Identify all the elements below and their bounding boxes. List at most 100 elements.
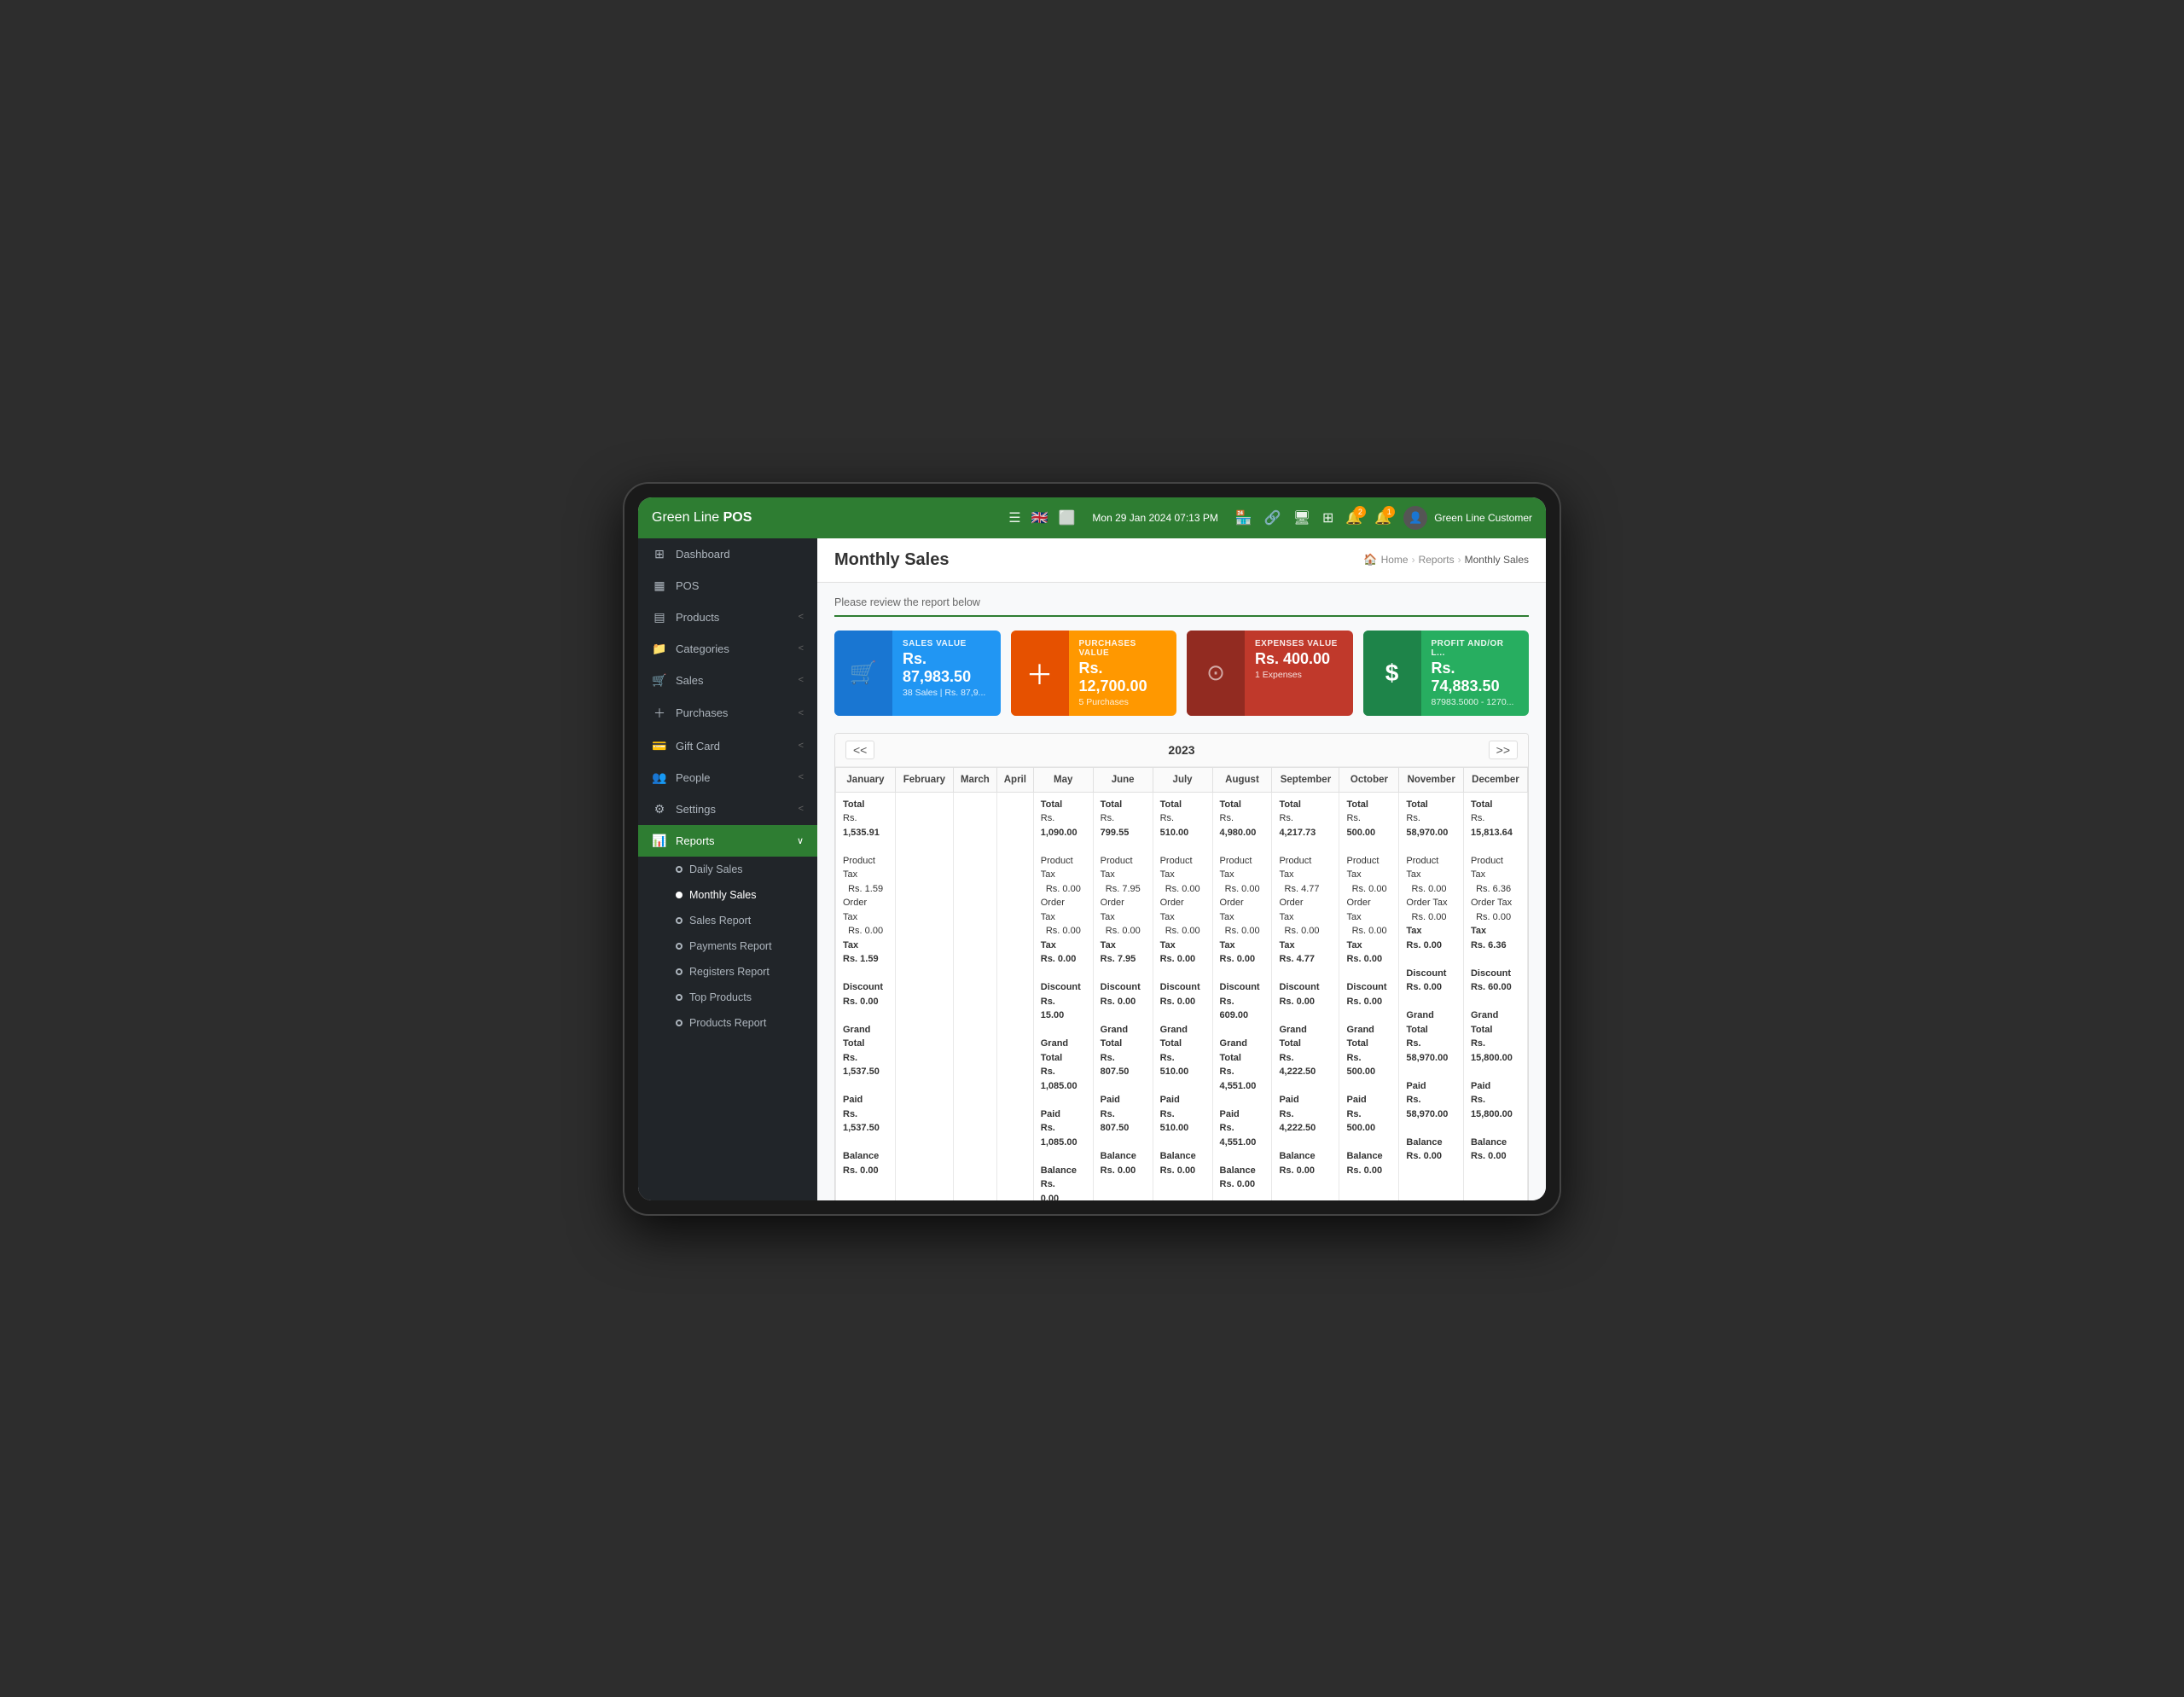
sidebar-item-products[interactable]: ▤ Products — [638, 602, 817, 633]
cell-october: Total Rs. 500.00 Product Tax Rs. 0.00 Or… — [1339, 792, 1399, 1200]
sidebar-reports-section[interactable]: 📊 Reports ∨ — [638, 825, 817, 857]
sidebar-item-people[interactable]: 👥 People — [638, 762, 817, 793]
card-profit-icon: $ — [1363, 631, 1421, 716]
label-sales-report: Sales Report — [689, 915, 751, 927]
card-sales-label: SALES VALUE — [903, 639, 990, 648]
card-purchases-label: PURCHASES VALUE — [1079, 639, 1167, 658]
sidebar-item-sales-report[interactable]: Sales Report — [638, 908, 817, 933]
card-expenses-icon: ⊙ — [1187, 631, 1245, 716]
sidebar-label-sales: Sales — [676, 674, 704, 687]
year-label: 2023 — [874, 743, 1488, 757]
square-icon[interactable]: ⬜ — [1059, 509, 1076, 526]
notification-count: 2 — [1354, 506, 1366, 518]
sidebar-item-registers-report[interactable]: Registers Report — [638, 959, 817, 985]
sidebar-item-monthly-sales[interactable]: Monthly Sales — [638, 882, 817, 908]
card-sales-content: SALES VALUE Rs. 87,983.50 38 Sales | Rs.… — [892, 631, 1001, 716]
sales-icon: 🛒 — [652, 673, 667, 688]
cell-november: Total Rs. 58,970.00 Product Tax Rs. 0.00… — [1399, 792, 1464, 1200]
card-profit-value: Rs. 74,883.50 — [1432, 660, 1519, 695]
prev-year-button[interactable]: << — [845, 741, 874, 759]
sidebar-item-top-products[interactable]: Top Products — [638, 985, 817, 1010]
sidebar-label-giftcard: Gift Card — [676, 740, 720, 753]
content-area: Monthly Sales 🏠 Home › Reports › Monthly… — [817, 538, 1546, 1200]
cell-april — [996, 792, 1033, 1200]
card-purchases-icon: ＋ — [1011, 631, 1069, 716]
user-menu[interactable]: 👤 Green Line Customer — [1403, 506, 1532, 530]
purchases-icon: ＋ — [652, 705, 667, 722]
flag-icon[interactable]: 🇬🇧 — [1031, 509, 1048, 526]
col-february: February — [895, 767, 953, 792]
grid-icon[interactable]: ⊞ — [1322, 509, 1333, 526]
people-icon: 👥 — [652, 770, 667, 785]
label-payments-report: Payments Report — [689, 940, 772, 952]
next-year-button[interactable]: >> — [1489, 741, 1518, 759]
cell-january: Total Rs. 1,535.91 Product Tax Rs. 1.59 … — [836, 792, 896, 1200]
sidebar-item-sales[interactable]: 🛒 Sales — [638, 665, 817, 696]
card-expenses-content: EXPENSES VALUE Rs. 400.00 1 Expenses — [1245, 631, 1353, 716]
cell-september: Total Rs. 4,217.73 Product Tax Rs. 4.77 … — [1272, 792, 1339, 1200]
sidebar: ⊞ Dashboard ▦ POS ▤ Products 📁 Categorie… — [638, 538, 817, 1200]
summary-cards: 🛒 SALES VALUE Rs. 87,983.50 38 Sales | R… — [834, 631, 1529, 716]
sidebar-label-pos: POS — [676, 579, 699, 592]
alert-count: 1 — [1383, 506, 1395, 518]
tablet-frame: Green Line POS ☰ 🇬🇧 ⬜ Mon 29 Jan 2024 07… — [623, 482, 1561, 1216]
breadcrumb-sep2: › — [1458, 554, 1461, 566]
home-icon: 🏠 — [1363, 553, 1377, 567]
notification-bell[interactable]: 🔔 2 — [1345, 509, 1362, 526]
sidebar-item-dashboard[interactable]: ⊞ Dashboard — [638, 538, 817, 570]
giftcard-icon: 💳 — [652, 739, 667, 753]
col-july: July — [1153, 767, 1212, 792]
sidebar-label-settings: Settings — [676, 803, 716, 816]
categories-icon: 📁 — [652, 642, 667, 656]
sidebar-label-dashboard: Dashboard — [676, 548, 730, 561]
breadcrumb-section: Reports — [1419, 554, 1455, 566]
share-icon[interactable]: 🔗 — [1264, 509, 1281, 526]
cell-july: Total Rs. 510.00 Product Tax Rs. 0.00 Or… — [1153, 792, 1212, 1200]
products-icon: ▤ — [652, 610, 667, 625]
breadcrumb-current: Monthly Sales — [1465, 554, 1529, 566]
sidebar-label-products: Products — [676, 611, 719, 624]
main-layout: ⊞ Dashboard ▦ POS ▤ Products 📁 Categorie… — [638, 538, 1546, 1200]
col-january: January — [836, 767, 896, 792]
col-november: November — [1399, 767, 1464, 792]
col-march: March — [953, 767, 996, 792]
dot-top-products — [676, 994, 682, 1001]
alert-bell[interactable]: 🔔 1 — [1374, 509, 1391, 526]
sidebar-item-pos[interactable]: ▦ POS — [638, 570, 817, 602]
tablet-screen: Green Line POS ☰ 🇬🇧 ⬜ Mon 29 Jan 2024 07… — [638, 497, 1546, 1200]
topbar-actions: 🏪 🔗 🖥 ⊞ 🔔 2 🔔 1 👤 Green Line Customer — [1235, 506, 1532, 530]
sidebar-item-daily-sales[interactable]: Daily Sales — [638, 857, 817, 882]
topbar: Green Line POS ☰ 🇬🇧 ⬜ Mon 29 Jan 2024 07… — [638, 497, 1546, 538]
col-october: October — [1339, 767, 1399, 792]
sidebar-reports-label: Reports — [676, 834, 715, 847]
monitor-icon[interactable]: 🖥 — [1293, 509, 1310, 526]
dashboard-icon: ⊞ — [652, 547, 667, 561]
table-header-row: January February March April May June Ju… — [836, 767, 1528, 792]
col-may: May — [1033, 767, 1093, 792]
settings-icon: ⚙ — [652, 802, 667, 817]
subtitle: Please review the report below — [834, 596, 1529, 617]
sidebar-item-payments-report[interactable]: Payments Report — [638, 933, 817, 959]
col-august: August — [1212, 767, 1272, 792]
card-purchases-value: Rs. 12,700.00 — [1079, 660, 1167, 695]
sidebar-item-settings[interactable]: ⚙ Settings — [638, 793, 817, 825]
card-sales-icon: 🛒 — [834, 631, 892, 716]
sidebar-item-purchases[interactable]: ＋ Purchases — [638, 696, 817, 730]
store-icon[interactable]: 🏪 — [1235, 509, 1252, 526]
sidebar-label-categories: Categories — [676, 642, 729, 655]
card-profit-sub: 87983.5000 - 1270... — [1432, 697, 1519, 707]
username-label: Green Line Customer — [1434, 512, 1532, 524]
hamburger-icon[interactable]: ☰ — [1008, 509, 1020, 526]
card-purchases-content: PURCHASES VALUE Rs. 12,700.00 5 Purchase… — [1069, 631, 1177, 716]
sidebar-item-giftcard[interactable]: 💳 Gift Card — [638, 730, 817, 762]
monthly-sales-table: January February March April May June Ju… — [835, 767, 1528, 1200]
dot-daily-sales — [676, 866, 682, 873]
sidebar-item-products-report[interactable]: Products Report — [638, 1010, 817, 1036]
col-april: April — [996, 767, 1033, 792]
dot-monthly-sales — [676, 892, 682, 898]
sidebar-item-categories[interactable]: 📁 Categories — [638, 633, 817, 665]
label-products-report: Products Report — [689, 1017, 766, 1029]
sidebar-label-purchases: Purchases — [676, 706, 728, 719]
card-expenses: ⊙ EXPENSES VALUE Rs. 400.00 1 Expenses — [1187, 631, 1353, 716]
col-december: December — [1463, 767, 1527, 792]
